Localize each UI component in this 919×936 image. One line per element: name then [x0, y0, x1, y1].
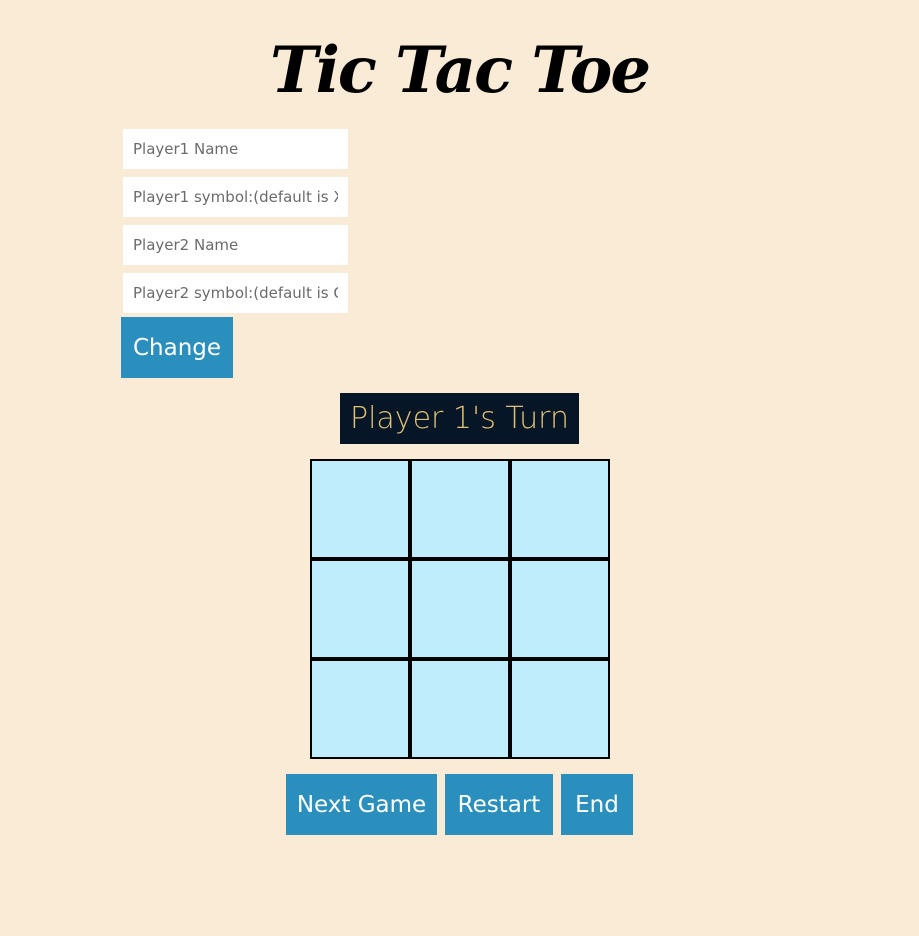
- player2-symbol-input[interactable]: [123, 273, 348, 313]
- end-button[interactable]: End: [561, 774, 633, 835]
- page-title: Tic Tac Toe: [269, 33, 651, 108]
- restart-button[interactable]: Restart: [445, 774, 553, 835]
- board-cell-4[interactable]: [310, 559, 410, 659]
- board-cell-5[interactable]: [410, 559, 510, 659]
- turn-indicator: Player 1's Turn: [340, 393, 579, 444]
- board-cell-7[interactable]: [310, 659, 410, 759]
- board-cell-2[interactable]: [410, 459, 510, 559]
- next-game-button[interactable]: Next Game: [286, 774, 437, 835]
- player1-name-input[interactable]: [123, 129, 348, 169]
- game-board: [310, 459, 610, 759]
- player1-symbol-input[interactable]: [123, 177, 348, 217]
- board-cell-3[interactable]: [510, 459, 610, 559]
- board-cell-6[interactable]: [510, 559, 610, 659]
- board-cell-1[interactable]: [310, 459, 410, 559]
- player2-name-input[interactable]: [123, 225, 348, 265]
- change-button[interactable]: Change: [121, 317, 233, 378]
- board-cell-9[interactable]: [510, 659, 610, 759]
- board-cell-8[interactable]: [410, 659, 510, 759]
